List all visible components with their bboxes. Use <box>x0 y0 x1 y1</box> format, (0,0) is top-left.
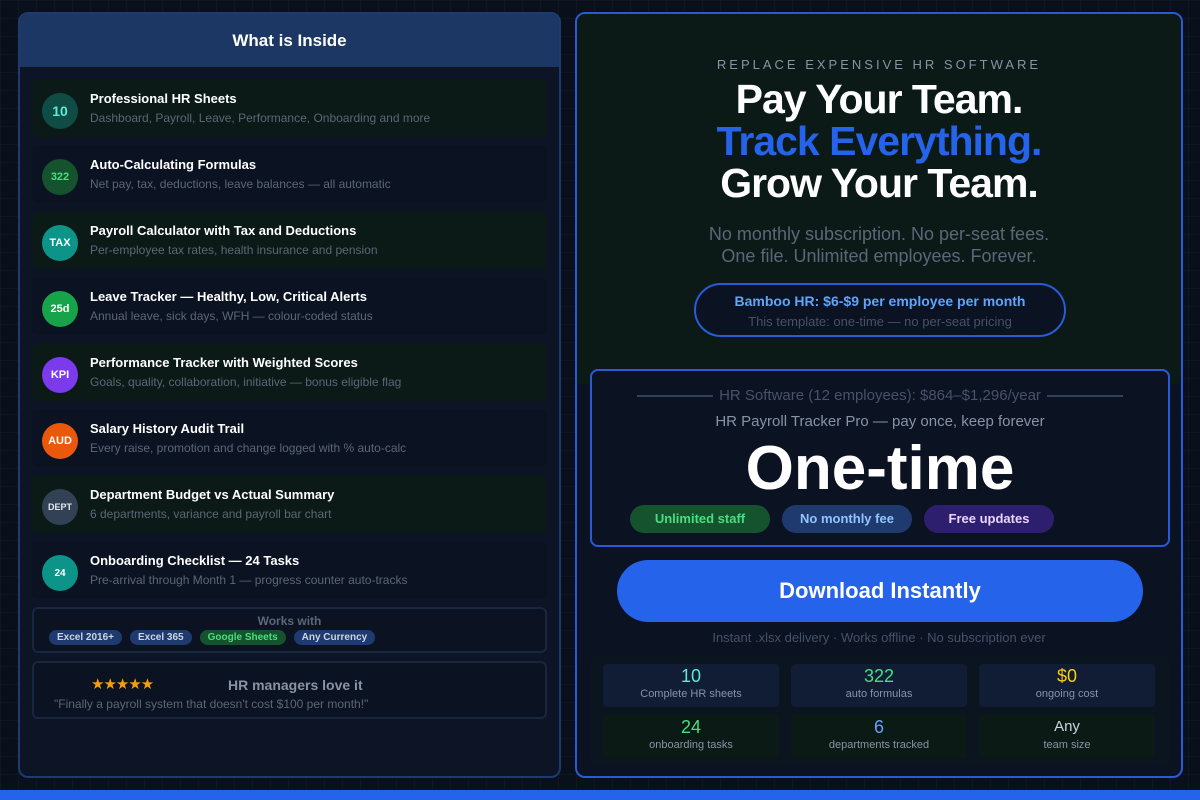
testimonial-box: ★★★★★ HR managers love it "Finally a pay… <box>32 661 547 719</box>
testimonial-quote: "Finally a payroll system that doesn't c… <box>54 697 369 711</box>
feature-title: Leave Tracker — Healthy, Low, Critical A… <box>90 288 367 304</box>
feature-title: Professional HR Sheets <box>90 90 237 106</box>
feature-desc: Dashboard, Payroll, Leave, Performance, … <box>90 110 431 125</box>
feature-desc: Annual leave, sick days, WFH — colour-co… <box>90 308 373 323</box>
stat-card: 10 Complete HR sheets <box>603 664 779 707</box>
testimonial-title: HR managers love it <box>228 677 363 693</box>
divider <box>1046 394 1123 397</box>
stat-value: 6 <box>873 717 884 737</box>
feature-item: TAX Payroll Calculator with Tax and Dedu… <box>32 211 547 269</box>
comparison-main: Bamboo HR: $6-$9 per employee per month <box>734 293 1026 309</box>
eyebrow-text: REPLACE EXPENSIVE HR SOFTWARE <box>716 57 1042 72</box>
subheadline-2: One file. Unlimited employees. Forever. <box>721 246 1037 266</box>
feature-item: AUD Salary History Audit Trail Every rai… <box>32 409 547 467</box>
feature-desc: Per-employee tax rates, health insurance… <box>90 242 378 257</box>
divider <box>637 394 714 397</box>
feature-item: 10 Professional HR Sheets Dashboard, Pay… <box>32 79 547 137</box>
benefit-tag: Unlimited staff <box>630 505 770 533</box>
stat-card: 24 onboarding tasks <box>603 715 779 758</box>
feature-title: Auto-Calculating Formulas <box>90 156 257 172</box>
benefit-tag: No monthly fee <box>782 505 912 533</box>
feature-desc: 6 departments, variance and payroll bar … <box>90 506 332 521</box>
stat-value: $0 <box>1056 666 1078 686</box>
compatibility-title: Works with <box>257 614 322 628</box>
stat-label: team size <box>1043 739 1091 751</box>
headline-line-2: Track Everything. <box>716 118 1043 164</box>
price-label: One-time <box>745 434 1015 503</box>
dept-badge: DEPT <box>42 489 78 525</box>
compat-tag: Excel 365 <box>130 630 192 645</box>
feature-item: 25d Leave Tracker — Healthy, Low, Critic… <box>32 277 547 335</box>
benefit-tag: Free updates <box>924 505 1054 533</box>
stat-label: Complete HR sheets <box>640 688 742 700</box>
headline-line-1: Pay Your Team. <box>735 76 1024 122</box>
star-rating-icon: ★★★★★ <box>91 676 154 693</box>
competitor-price: HR Software (12 employees): $864–$1,296/… <box>719 387 1041 404</box>
pricing-box: HR Software (12 employees): $864–$1,296/… <box>590 369 1170 547</box>
compat-tag: Any Currency <box>293 630 376 645</box>
feature-item: 322 Auto-Calculating Formulas Net pay, t… <box>32 145 547 203</box>
count-badge: 322 <box>42 159 78 195</box>
feature-item: 24 Onboarding Checklist — 24 Tasks Pre-a… <box>32 541 547 599</box>
delivery-note: Instant .xlsx delivery · Works offline ·… <box>712 630 1046 645</box>
feature-title: Department Budget vs Actual Summary <box>90 486 335 502</box>
stat-value: Any <box>1054 718 1080 735</box>
stat-label: ongoing cost <box>1035 688 1099 700</box>
stat-card: 6 departments tracked <box>791 715 967 758</box>
feature-desc: Every raise, promotion and change logged… <box>90 440 407 455</box>
count-badge: 10 <box>42 93 78 129</box>
compatibility-box: Works with Excel 2016+ Excel 365 Google … <box>32 607 547 653</box>
stat-value: 24 <box>680 717 702 737</box>
kpi-badge: KPI <box>42 357 78 393</box>
audit-badge: AUD <box>42 423 78 459</box>
stat-value: 10 <box>680 666 702 686</box>
feature-desc: Pre-arrival through Month 1 — progress c… <box>90 572 408 587</box>
feature-title: Payroll Calculator with Tax and Deductio… <box>90 222 357 238</box>
stats-grid: 10 Complete HR sheets 322 auto formulas … <box>590 655 1170 765</box>
subheadline-1: No monthly subscription. No per-seat fee… <box>708 224 1050 244</box>
hero-section: REPLACE EXPENSIVE HR SOFTWARE Pay Your T… <box>577 14 1181 384</box>
feature-list: 10 Professional HR Sheets Dashboard, Pay… <box>20 67 559 599</box>
stat-label: onboarding tasks <box>649 739 733 751</box>
stat-label: auto formulas <box>845 688 913 700</box>
feature-desc: Net pay, tax, deductions, leave balances… <box>90 176 391 191</box>
stat-card: 322 auto formulas <box>791 664 967 707</box>
product-tagline: HR Payroll Tracker Pro — pay once, keep … <box>715 413 1045 430</box>
checklist-badge: 24 <box>42 555 78 591</box>
stat-card: Any team size <box>979 715 1155 758</box>
bottom-accent-bar <box>0 790 1200 800</box>
stat-card: $0 ongoing cost <box>979 664 1155 707</box>
comparison-pill: Bamboo HR: $6-$9 per employee per month … <box>694 283 1066 337</box>
whats-inside-panel: What is Inside 10 Professional HR Sheets… <box>18 12 561 778</box>
headline-line-3: Grow Your Team. <box>720 160 1039 206</box>
feature-desc: Goals, quality, collaboration, initiativ… <box>90 374 402 389</box>
download-button[interactable]: Download Instantly <box>617 560 1143 622</box>
stat-label: departments tracked <box>828 739 930 751</box>
feature-title: Performance Tracker with Weighted Scores <box>90 354 358 370</box>
feature-title: Salary History Audit Trail <box>90 420 245 436</box>
tax-badge: TAX <box>42 225 78 261</box>
panel-header: What is Inside <box>20 14 559 67</box>
leave-badge: 25d <box>42 291 78 327</box>
offer-panel: REPLACE EXPENSIVE HR SOFTWARE Pay Your T… <box>575 12 1183 778</box>
compat-tag: Excel 2016+ <box>49 630 122 645</box>
feature-title: Onboarding Checklist — 24 Tasks <box>90 552 300 568</box>
stat-value: 322 <box>863 666 895 686</box>
compat-tag: Google Sheets <box>199 630 286 645</box>
feature-item: DEPT Department Budget vs Actual Summary… <box>32 475 547 533</box>
feature-item: KPI Performance Tracker with Weighted Sc… <box>32 343 547 401</box>
comparison-sub: This template: one-time — no per-seat pr… <box>748 314 1012 329</box>
